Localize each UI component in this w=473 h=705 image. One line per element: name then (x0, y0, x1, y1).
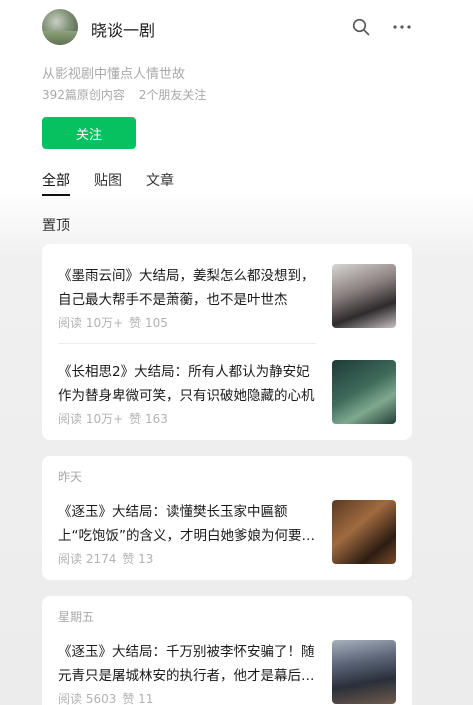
date-group-card: 星期五 《逐玉》大结局：千万别被李怀安骗了！随元青只是屠城林安的执行者，他才是幕… (42, 596, 412, 705)
profile-header: 晓谈一剧 (42, 9, 412, 47)
avatar[interactable] (42, 9, 78, 45)
tab-images[interactable]: 贴图 (94, 170, 122, 196)
article-title[interactable]: 《逐玉》大结局：读懂樊长玉家中匾额上“吃饱饭”的含义，才明白她爹娘为何要隐姓埋名 (58, 500, 316, 548)
read-count: 阅读 10万+ (58, 412, 124, 426)
pinned-label: 置顶 (42, 218, 70, 234)
content-tabs: 全部 贴图 文章 (42, 170, 198, 196)
article-thumbnail[interactable] (332, 500, 396, 564)
article-stats: 阅读 2174 赞 13 (58, 550, 153, 567)
tab-all[interactable]: 全部 (42, 170, 70, 196)
article-stats: 阅读 10万+ 赞 105 (58, 314, 168, 331)
search-icon[interactable] (352, 18, 370, 36)
date-label: 星期五 (58, 610, 95, 624)
read-count: 阅读 10万+ (58, 316, 124, 330)
read-count: 阅读 2174 (58, 552, 117, 566)
article-title[interactable]: 《墨雨云间》大结局，姜梨怎么都没想到，自己最大帮手不是萧蘅，也不是叶世杰 (58, 264, 316, 312)
pinned-card: 《墨雨云间》大结局，姜梨怎么都没想到，自己最大帮手不是萧蘅，也不是叶世杰 阅读 … (42, 244, 412, 440)
account-description: 从影视剧中懂点人情世故 (42, 67, 186, 82)
article-thumbnail[interactable] (332, 264, 396, 328)
divider (58, 343, 316, 344)
date-label: 昨天 (58, 470, 83, 484)
like-count: 赞 163 (129, 412, 168, 426)
more-icon[interactable] (392, 18, 412, 36)
article-stats: 阅读 5603 赞 11 (58, 690, 153, 705)
like-count: 赞 105 (129, 316, 168, 330)
account-name: 晓谈一剧 (91, 21, 156, 40)
account-meta: 392篇原创内容 2个朋友关注 (42, 86, 206, 103)
article-stats: 阅读 10万+ 赞 163 (58, 410, 168, 427)
friends-following[interactable]: 2个朋友关注 (139, 88, 207, 102)
article-title[interactable]: 《逐玉》大结局：千万别被李怀安骗了！随元青只是屠城林安的执行者，他才是幕后主使 (58, 640, 316, 688)
article-thumbnail[interactable] (332, 640, 396, 704)
like-count: 赞 13 (122, 552, 154, 566)
article-count: 392篇原创内容 (42, 88, 125, 102)
article-thumbnail[interactable] (332, 360, 396, 424)
tab-articles[interactable]: 文章 (146, 170, 174, 196)
follow-button[interactable]: 关注 (42, 117, 136, 149)
article-title[interactable]: 《长相思2》大结局：所有人都认为静安妃作为替身卑微可笑，只有识破她隐藏的心机 (58, 360, 316, 408)
read-count: 阅读 5603 (58, 692, 117, 705)
date-group-card: 昨天 《逐玉》大结局：读懂樊长玉家中匾额上“吃饱饭”的含义，才明白她爹娘为何要隐… (42, 456, 412, 580)
like-count: 赞 11 (122, 692, 154, 705)
